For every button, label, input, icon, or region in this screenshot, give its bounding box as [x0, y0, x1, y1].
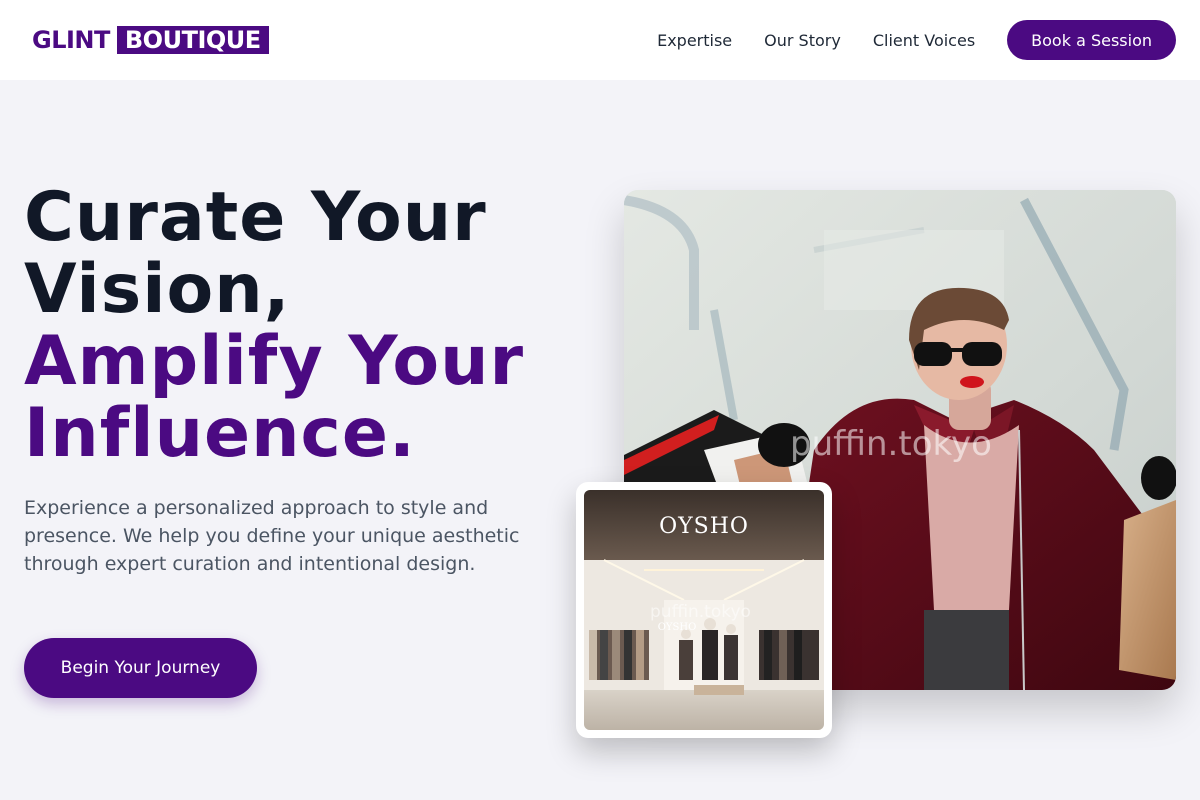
- brand-name-part1: GLINT: [32, 26, 110, 54]
- hero-heading-line3: Amplify Your: [24, 322, 525, 401]
- brand-logo[interactable]: GLINT BOUTIQUE: [32, 26, 269, 54]
- site-header: GLINT BOUTIQUE Expertise Our Story Clien…: [0, 0, 1200, 80]
- nav-link-our-story[interactable]: Our Story: [764, 31, 841, 50]
- store-photo-frame: OYSHO OYSHO puffin.tokyo: [584, 490, 824, 730]
- nav-link-expertise[interactable]: Expertise: [657, 31, 732, 50]
- hero-description: Experience a personalized approach to st…: [24, 497, 520, 575]
- hero-heading-line2: Vision,: [24, 250, 291, 329]
- hero-heading: Curate Your Vision, Amplify Your Influen…: [24, 182, 584, 470]
- main-nav: Expertise Our Story Client Voices Book a…: [657, 20, 1176, 60]
- store-inset-photo: OYSHO OYSHO puffin.tokyo: [576, 482, 832, 738]
- hero-heading-line4: Influence.: [24, 394, 416, 473]
- store-sign-small: OYSHO: [657, 622, 697, 633]
- nav-link-client-voices[interactable]: Client Voices: [873, 31, 975, 50]
- book-session-button[interactable]: Book a Session: [1007, 20, 1176, 60]
- brand-name-part2: BOUTIQUE: [116, 26, 269, 54]
- store-sign-main: OYSHO: [659, 514, 749, 539]
- hero-heading-line1: Curate Your: [24, 178, 487, 257]
- begin-journey-button[interactable]: Begin Your Journey: [24, 638, 257, 698]
